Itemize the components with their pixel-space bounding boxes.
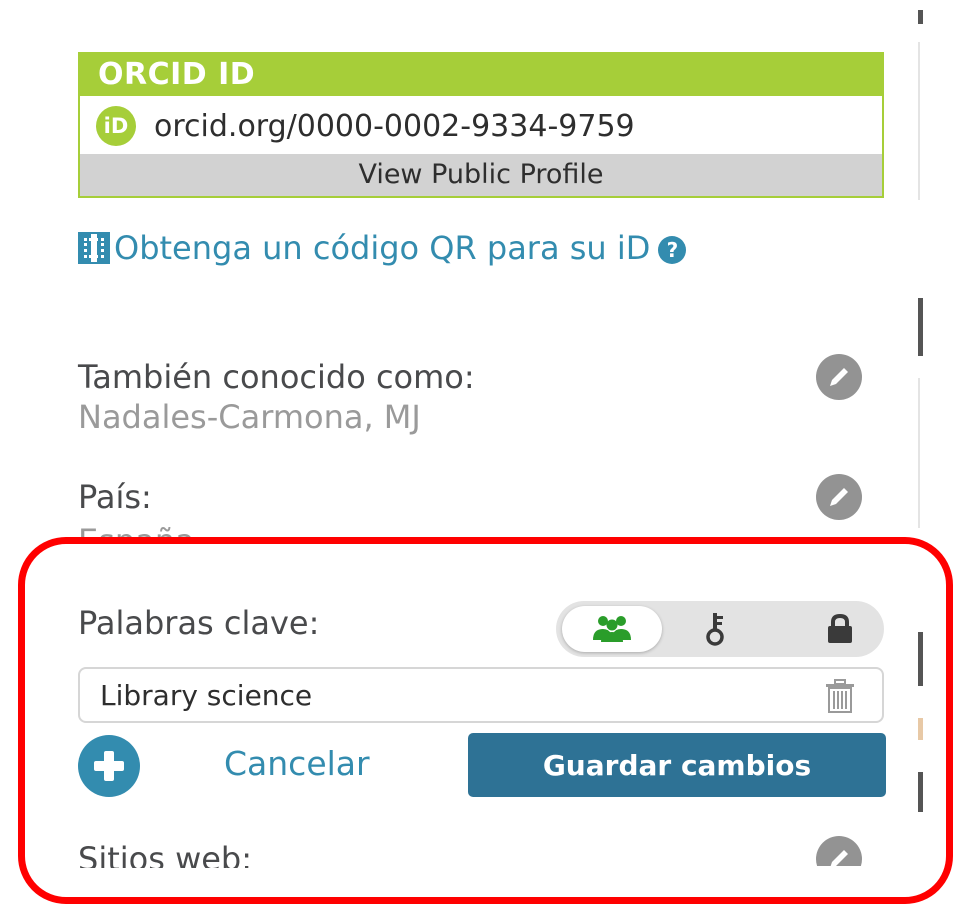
edge-fragment bbox=[918, 298, 923, 356]
edge-fragment bbox=[918, 10, 923, 24]
qr-code-link-text: Obtenga un código QR para su iD bbox=[114, 229, 651, 267]
view-public-profile-link[interactable]: View Public Profile bbox=[80, 154, 882, 196]
aka-label: También conocido como: bbox=[78, 358, 475, 396]
qr-code-icon bbox=[78, 232, 110, 264]
aka-value: Nadales-Carmona, MJ bbox=[78, 398, 421, 436]
orcid-id-header: ORCID ID bbox=[80, 54, 882, 96]
pencil-icon bbox=[830, 488, 848, 506]
help-icon[interactable]: ? bbox=[658, 236, 687, 264]
orcid-logo-icon: iD bbox=[96, 106, 136, 146]
orcid-id-card: ORCID ID iD orcid.org/0000-0002-9334-975… bbox=[78, 52, 884, 198]
pencil-icon bbox=[830, 368, 848, 386]
highlight-frame bbox=[18, 537, 953, 904]
orcid-id-row: iD orcid.org/0000-0002-9334-9759 bbox=[80, 96, 882, 156]
orcid-id-url[interactable]: orcid.org/0000-0002-9334-9759 bbox=[154, 109, 635, 144]
country-label: País: bbox=[78, 478, 152, 516]
edge-fragment bbox=[918, 378, 920, 528]
edge-fragment bbox=[918, 42, 920, 200]
edit-aka-button[interactable] bbox=[816, 354, 862, 400]
edit-country-button[interactable] bbox=[816, 474, 862, 520]
qr-code-link[interactable]: Obtenga un código QR para su iD? bbox=[78, 226, 838, 270]
